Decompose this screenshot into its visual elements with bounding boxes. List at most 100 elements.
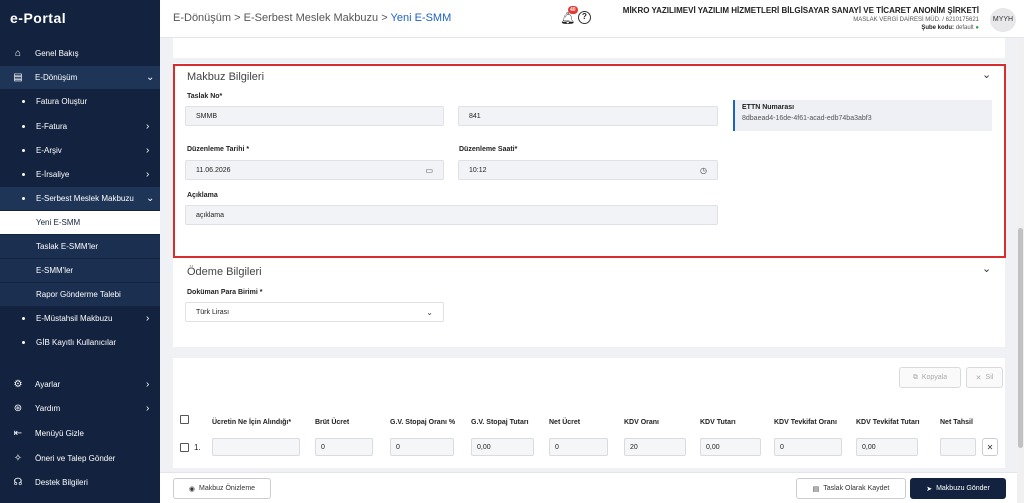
sidebar-item-e-arşiv[interactable]: E-Arşiv › bbox=[0, 139, 160, 162]
save-draft-button[interactable]: ▤ Taslak Olarak Kaydet bbox=[796, 478, 906, 499]
lightbulb-icon: ✧ bbox=[13, 453, 23, 464]
column-header: Net Ücret bbox=[549, 419, 581, 426]
table-cell-input[interactable]: 0,00 bbox=[471, 438, 534, 456]
table-cell-input[interactable]: 0 bbox=[549, 438, 608, 456]
draft-no-label: Taslak No* bbox=[187, 93, 223, 100]
clock-icon[interactable]: ◷ bbox=[700, 166, 707, 175]
sidebar-item-e-smm-ler[interactable]: E-SMM'ler bbox=[0, 259, 160, 282]
sidebar-item-fatura-oluştur[interactable]: Fatura Oluştur bbox=[0, 90, 160, 113]
currency-label: Doküman Para Birimi * bbox=[187, 289, 263, 296]
app-logo: e-Portal bbox=[10, 10, 67, 26]
sidebar-item-label: Ayarlar bbox=[35, 380, 61, 389]
home-icon: ⌂ bbox=[14, 48, 22, 59]
sidebar-item-yeni-e-smm[interactable]: Yeni E-SMM bbox=[0, 211, 160, 234]
table-cell-input[interactable] bbox=[940, 438, 976, 456]
sidebar-item-label: Öneri ve Talep Gönder bbox=[35, 454, 116, 463]
column-header: KDV Tevkifat Tutarı bbox=[856, 419, 920, 426]
top-card-remnant bbox=[173, 38, 1005, 58]
chevron-right-icon: › bbox=[146, 313, 150, 324]
main-content: Makbuz Bilgileri ⌄ Taslak No* SMMB 841 E… bbox=[160, 38, 1017, 468]
row-index: 1. bbox=[194, 443, 201, 452]
scrollbar-thumb[interactable] bbox=[1018, 228, 1023, 448]
sidebar-item-e-i-rsaliye[interactable]: E-İrsaliye › bbox=[0, 163, 160, 186]
ettn-value: 8dbaead4-16de-4f61-acad-edb74ba3abf3 bbox=[742, 115, 872, 122]
table-cell-input[interactable]: 0,00 bbox=[856, 438, 918, 456]
breadcrumb-item-e-donusum[interactable]: E-Dönüşüm bbox=[173, 12, 231, 24]
column-header: Brüt Ücret bbox=[315, 419, 350, 426]
sidebar-item-taslak-e-smm-ler[interactable]: Taslak E-SMM'ler bbox=[0, 235, 160, 258]
chevron-down-icon[interactable]: ⌄ bbox=[982, 68, 991, 81]
row-checkbox[interactable] bbox=[180, 443, 189, 452]
sidebar-item-e-müstahsil-makbuzu[interactable]: E-Müstahsil Makbuzu › bbox=[0, 307, 160, 330]
column-header: Ücretin Ne İçin Alındığı* bbox=[212, 419, 292, 426]
remove-row-button[interactable]: ✕ bbox=[982, 438, 998, 456]
table-cell-input[interactable]: 0 bbox=[774, 438, 842, 456]
sidebar-item-yardım[interactable]: ⊛ Yardım › bbox=[0, 397, 160, 420]
help-icon[interactable]: ? bbox=[578, 11, 591, 24]
bullet-icon bbox=[22, 173, 25, 176]
sidebar-item-label: E-İrsaliye bbox=[36, 170, 70, 179]
sidebar-item-e-dönüşüm[interactable]: ▤ E-Dönüşüm ⌄ bbox=[0, 66, 160, 89]
sidebar-item-label: Fatura Oluştur bbox=[36, 97, 88, 106]
chevron-down-icon: ⌄ bbox=[426, 307, 433, 317]
preview-button[interactable]: ◉ Makbuz Önizleme bbox=[173, 478, 271, 499]
date-label: Düzenleme Tarihi * bbox=[187, 146, 250, 153]
gear-icon: ⚙ bbox=[13, 379, 23, 390]
chevron-right-icon: › bbox=[146, 145, 150, 156]
chevron-right-icon: › bbox=[146, 403, 150, 414]
sidebar-item-ayarlar[interactable]: ⚙ Ayarlar › bbox=[0, 373, 160, 396]
currency-select[interactable]: Türk Lirası ⌄ bbox=[185, 302, 444, 322]
copy-button[interactable]: ⧉ Kopyala bbox=[899, 367, 961, 388]
close-icon: ✕ bbox=[986, 442, 994, 452]
breadcrumb-separator: > bbox=[381, 12, 388, 24]
table-cell-input[interactable]: 0 bbox=[315, 438, 373, 456]
sidebar-item-e-serbest-meslek-makbuzu[interactable]: E-Serbest Meslek Makbuzu ⌄ bbox=[0, 187, 160, 210]
bullet-icon bbox=[22, 149, 25, 152]
time-label: Düzenleme Saati* bbox=[459, 146, 518, 153]
footer-bar: ◉ Makbuz Önizleme ▤ Taslak Olarak Kaydet ➤… bbox=[160, 472, 1024, 503]
column-header: KDV Tevkifat Oranı bbox=[774, 419, 837, 426]
description-field[interactable]: açıklama bbox=[185, 205, 718, 225]
date-field[interactable]: 11.06.2026 ▭ bbox=[185, 160, 444, 180]
document-icon: ▤ bbox=[13, 72, 23, 83]
notification-badge: 40 bbox=[568, 6, 578, 14]
sidebar-item-label: E-Müstahsil Makbuzu bbox=[36, 314, 113, 323]
breadcrumb-item-esmm[interactable]: E-Serbest Meslek Makbuzu bbox=[244, 12, 379, 24]
sidebar-item-genel-bakış[interactable]: ⌂ Genel Bakış bbox=[0, 42, 160, 65]
sidebar-item-rapor-gönderme-talebi[interactable]: Rapor Gönderme Talebi bbox=[0, 283, 160, 306]
column-header: G.V. Stopaj Tutarı bbox=[471, 419, 529, 426]
time-field[interactable]: 10:12 ◷ bbox=[458, 160, 718, 180]
delete-button[interactable]: ✕ Sil bbox=[966, 367, 1003, 388]
draft-number-field[interactable]: 841 bbox=[458, 106, 718, 126]
sidebar-item-e-fatura[interactable]: E-Fatura › bbox=[0, 115, 160, 138]
breadcrumb-item-current: Yeni E-SMM bbox=[390, 12, 452, 24]
company-info: MİKRO YAZILIMEVİ YAZILIM HİZMETLERİ BİLG… bbox=[623, 6, 979, 31]
sidebar-item-öneri-ve-talep-gönder[interactable]: ✧ Öneri ve Talep Gönder bbox=[0, 447, 160, 470]
copy-icon: ⧉ bbox=[912, 373, 918, 381]
column-header: Net Tahsil bbox=[940, 419, 973, 426]
table-cell-input[interactable]: 0 bbox=[390, 438, 454, 456]
chevron-down-icon[interactable]: ⌄ bbox=[982, 262, 991, 275]
chevron-down-icon: ⌄ bbox=[146, 193, 155, 204]
select-all-checkbox[interactable] bbox=[180, 415, 189, 424]
table-cell-input[interactable] bbox=[212, 438, 300, 456]
sidebar-item-destek-bilgileri[interactable]: ☊ Destek Bilgileri bbox=[0, 471, 160, 494]
scrollbar[interactable] bbox=[1017, 38, 1024, 503]
sidebar-item-label: Rapor Gönderme Talebi bbox=[36, 290, 121, 299]
calendar-icon[interactable]: ▭ bbox=[425, 166, 433, 175]
sidebar-item-label: Taslak E-SMM'ler bbox=[36, 242, 98, 251]
sidebar-item-label: E-Fatura bbox=[36, 122, 68, 131]
sidebar-item-gi-b-kayıtlı-kullanıcılar[interactable]: GİB Kayıtlı Kullanıcılar bbox=[0, 331, 160, 354]
sidebar-item-menüyü-gizle[interactable]: ⇤ Menüyü Gizle bbox=[0, 422, 160, 445]
branch-code: Şube kodu: default ● bbox=[921, 25, 979, 31]
eye-icon: ◉ bbox=[188, 485, 196, 493]
draft-prefix-field[interactable]: SMMB bbox=[185, 106, 444, 126]
sidebar-item-label: GİB Kayıtlı Kullanıcılar bbox=[36, 338, 117, 347]
chevron-right-icon: › bbox=[146, 379, 150, 390]
table-cell-input[interactable]: 20 bbox=[624, 438, 686, 456]
send-receipt-button[interactable]: ➤ Makbuzu Gönder bbox=[910, 478, 1006, 499]
chevron-right-icon: › bbox=[146, 169, 150, 180]
avatar[interactable]: MYYH bbox=[990, 8, 1016, 32]
sidebar-item-label: E-SMM'ler bbox=[36, 266, 74, 275]
table-cell-input[interactable]: 0,00 bbox=[700, 438, 761, 456]
